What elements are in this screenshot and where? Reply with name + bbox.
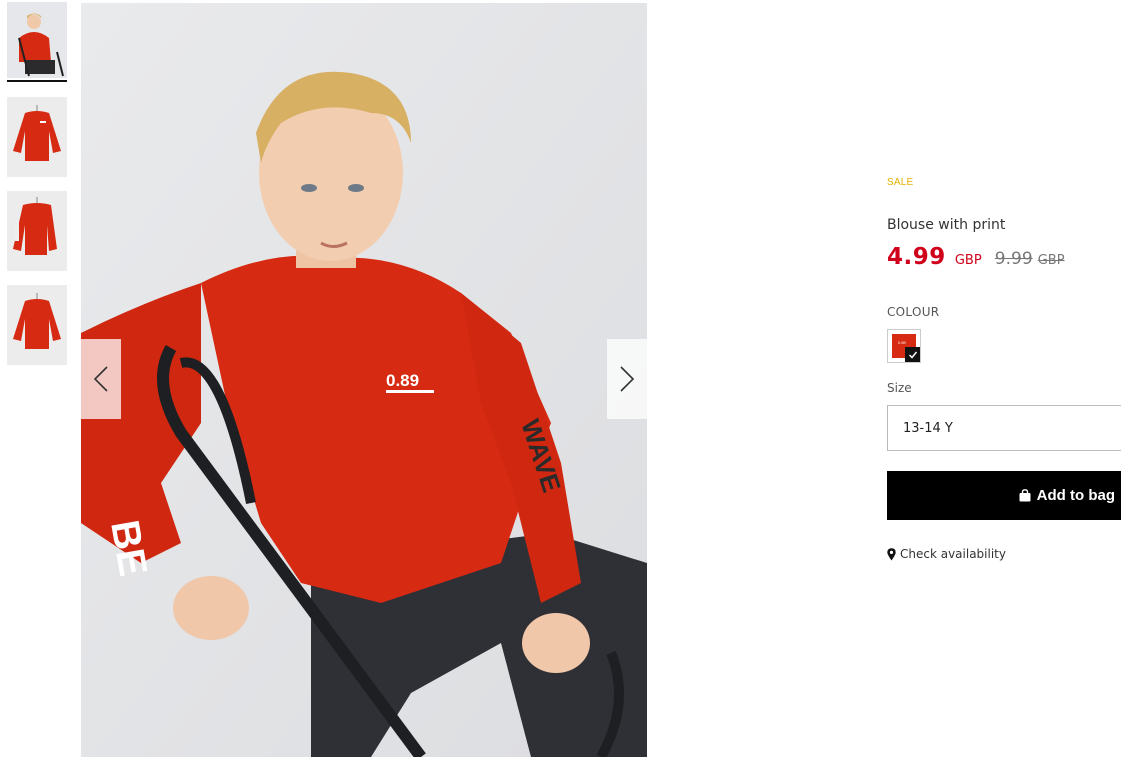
old-price: 9.99 xyxy=(994,249,1033,269)
colour-label: COLOUR xyxy=(887,305,940,319)
product-title: Blouse with print xyxy=(887,217,1006,233)
map-pin-icon xyxy=(887,547,896,560)
thumbnail-3[interactable] xyxy=(7,191,67,271)
previous-image-button[interactable] xyxy=(81,339,121,419)
product-photo: BE WAVE 0.89 xyxy=(81,3,647,757)
sale-badge: SALE xyxy=(887,177,914,188)
thumbnail-4[interactable] xyxy=(7,285,67,365)
size-label: Size xyxy=(887,381,912,395)
price-row: 4.99 GBP 9.99 GBP xyxy=(887,244,1065,270)
add-to-bag-label: Add to bag xyxy=(1036,487,1115,504)
check-availability-link[interactable]: Check availability xyxy=(887,547,1006,561)
current-price-currency: GBP xyxy=(954,253,982,268)
colour-swatch-red[interactable]: 0.89 xyxy=(887,329,921,363)
current-price: 4.99 xyxy=(887,244,946,270)
chest-print-text: 0.89 xyxy=(386,371,419,390)
next-image-button[interactable] xyxy=(607,339,647,419)
check-availability-label: Check availability xyxy=(900,547,1006,561)
old-price-currency: GBP xyxy=(1037,253,1065,268)
active-thumbnail-indicator xyxy=(7,80,67,82)
shopping-bag-icon xyxy=(1019,489,1031,502)
swatch-print-text: 0.89 xyxy=(898,340,906,345)
size-select[interactable]: 13-14 Y xyxy=(887,405,1121,451)
size-select-value: 13-14 Y xyxy=(903,420,953,436)
add-to-bag-button[interactable]: Add to bag xyxy=(887,471,1121,520)
thumbnail-2[interactable] xyxy=(7,97,67,177)
chevron-right-icon xyxy=(620,366,635,392)
chevron-left-icon xyxy=(93,366,108,392)
thumbnail-1[interactable] xyxy=(7,2,67,78)
main-product-image: BE WAVE 0.89 xyxy=(81,3,647,757)
check-icon xyxy=(905,347,920,362)
